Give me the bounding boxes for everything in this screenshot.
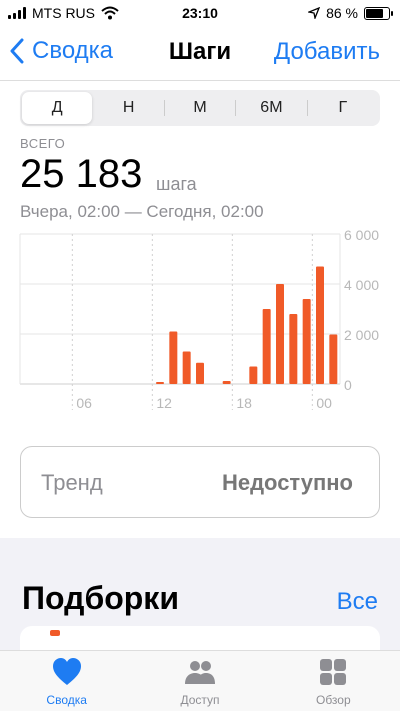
grid-icon	[320, 659, 347, 685]
back-button[interactable]: Сводка	[10, 37, 113, 65]
tab-bar: Сводка Доступ Обзор	[0, 650, 400, 711]
steps-bar	[249, 366, 258, 384]
segment-week[interactable]: Н	[93, 92, 163, 124]
back-label: Сводка	[32, 37, 114, 64]
trend-card[interactable]: Тренд Недоступно	[20, 446, 380, 518]
x-tick-label: 18	[236, 395, 252, 411]
y-tick-label: 0	[344, 377, 352, 393]
show-all-link[interactable]: Все	[337, 588, 378, 616]
trend-value: Недоступно	[221, 470, 353, 495]
chevron-left-icon	[10, 38, 24, 64]
tab-sharing-label: Доступ	[180, 693, 220, 707]
segment-6-months[interactable]: 6М	[236, 92, 306, 124]
x-tick-label: 00	[316, 395, 332, 411]
x-tick-label: 12	[156, 395, 172, 411]
trend-label: Тренд	[41, 470, 103, 495]
steps-bar	[329, 334, 338, 384]
battery-icon	[364, 6, 393, 20]
y-tick-label: 6 000	[344, 227, 379, 243]
people-icon	[184, 661, 215, 684]
steps-bar	[316, 266, 324, 384]
highlights-title: Подборки	[22, 580, 179, 616]
total-steps-value: 25 183	[20, 152, 143, 196]
period-segmented-control: Д Н М 6М Г	[20, 90, 380, 126]
steps-bar	[276, 284, 284, 384]
total-label: ВСЕГО	[20, 136, 66, 151]
location-arrow-icon	[308, 7, 321, 19]
status-bar: MTS RUS 23:10 86 %	[0, 0, 400, 26]
steps-bar	[169, 331, 178, 384]
tab-browse-label: Обзор	[315, 693, 351, 707]
heart-icon	[52, 658, 81, 685]
tab-sharing[interactable]: Доступ	[133, 651, 266, 711]
steps-flame-icon	[50, 630, 60, 636]
segment-month[interactable]: М	[165, 92, 235, 124]
steps-bar	[302, 299, 311, 384]
steps-bar	[262, 309, 271, 384]
y-tick-label: 2 000	[344, 327, 379, 343]
add-data-button[interactable]: Добавить	[274, 38, 380, 66]
status-right: 86 %	[308, 5, 393, 21]
segment-year[interactable]: Г	[308, 92, 378, 124]
nav-bar: Сводка Шаги Добавить	[0, 26, 400, 81]
y-tick-label: 4 000	[344, 277, 379, 293]
x-tick-label: 06	[76, 395, 92, 411]
tab-browse[interactable]: Обзор	[267, 651, 400, 711]
battery-percent: 86 %	[326, 5, 358, 21]
steps-bar	[182, 351, 191, 384]
steps-bar	[196, 362, 204, 384]
steps-bar	[289, 314, 298, 384]
steps-bar-chart[interactable]: 6 000 4 000 2 000 0 06 12 18 00	[0, 222, 400, 412]
date-range: Вчера, 02:00 — Сегодня, 02:00	[20, 202, 264, 221]
total-steps-unit: шага	[156, 174, 197, 194]
tab-summary-label: Сводка	[46, 693, 87, 707]
steps-bar	[222, 381, 231, 384]
tab-summary[interactable]: Сводка	[0, 651, 133, 711]
segment-day[interactable]: Д	[22, 92, 93, 124]
steps-bar	[156, 382, 164, 384]
